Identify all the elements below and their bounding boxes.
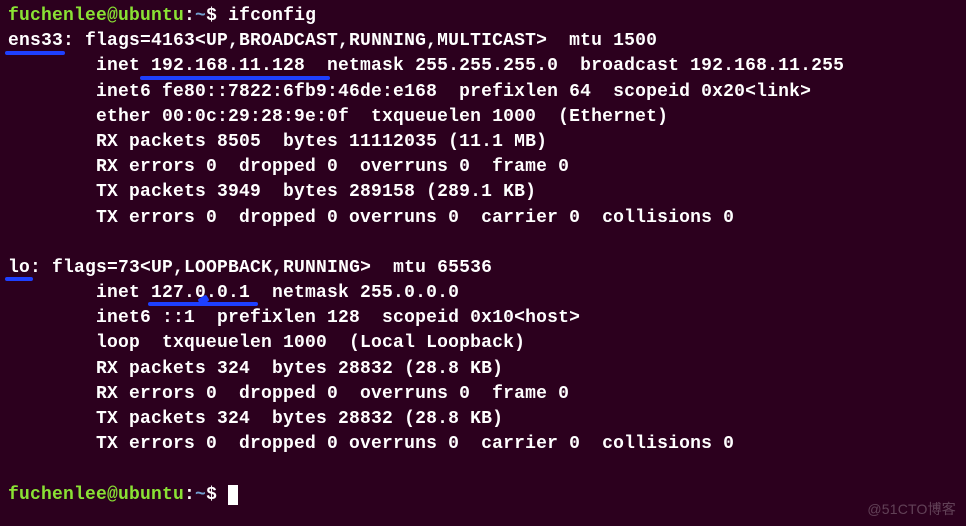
prompt-dollar-2: $: [206, 485, 228, 505]
prompt-path-2: ~: [195, 485, 206, 505]
terminal-line-prompt1: fuchenlee@ubuntu:~$ ifconfig: [8, 4, 958, 29]
ens33-ether: ether 00:0c:29:28:9e:0f txqueuelen 1000 …: [8, 105, 958, 130]
lo-tx-packets: TX packets 324 bytes 28832 (28.8 KB): [8, 407, 958, 432]
annotation-underline-ens33: [5, 51, 65, 55]
ens33-inet6: inet6 fe80::7822:6fb9:46de:e168 prefixle…: [8, 80, 958, 105]
iface-ens33-name: ens33:: [8, 31, 74, 51]
watermark-text: @51CTO博客: [867, 500, 956, 520]
iface-lo-name: lo:: [8, 258, 41, 278]
blank-line: [8, 231, 958, 256]
ens33-header: ens33: flags=4163<UP,BROADCAST,RUNNING,M…: [8, 29, 958, 54]
ens33-flags: flags=4163<UP,BROADCAST,RUNNING,MULTICAS…: [74, 31, 657, 51]
lo-loop: loop txqueuelen 1000 (Local Loopback): [8, 331, 958, 356]
cursor-block[interactable]: [228, 485, 238, 505]
terminal-line-prompt2: fuchenlee@ubuntu:~$: [8, 483, 958, 508]
blank-line-2: [8, 457, 958, 482]
prompt-path: ~: [195, 6, 206, 26]
command-text[interactable]: ifconfig: [228, 6, 316, 26]
lo-flags: flags=73<UP,LOOPBACK,RUNNING> mtu 65536: [41, 258, 492, 278]
lo-inet6: inet6 ::1 prefixlen 128 scopeid 0x10<hos…: [8, 306, 958, 331]
annotation-underline-ip1: [140, 76, 330, 80]
prompt-colon: :: [184, 6, 195, 26]
annotation-underline-lo: [5, 277, 33, 281]
prompt-user-host-2: fuchenlee@ubuntu: [8, 485, 184, 505]
ens33-tx-packets: TX packets 3949 bytes 289158 (289.1 KB): [8, 180, 958, 205]
ens33-rx-packets: RX packets 8505 bytes 11112035 (11.1 MB): [8, 130, 958, 155]
lo-tx-errors: TX errors 0 dropped 0 overruns 0 carrier…: [8, 432, 958, 457]
prompt-user-host: fuchenlee@ubuntu: [8, 6, 184, 26]
prompt-dollar: $: [206, 6, 228, 26]
ens33-rx-errors: RX errors 0 dropped 0 overruns 0 frame 0: [8, 155, 958, 180]
lo-rx-errors: RX errors 0 dropped 0 overruns 0 frame 0: [8, 382, 958, 407]
prompt-colon-2: :: [184, 485, 195, 505]
ens33-tx-errors: TX errors 0 dropped 0 overruns 0 carrier…: [8, 206, 958, 231]
lo-rx-packets: RX packets 324 bytes 28832 (28.8 KB): [8, 357, 958, 382]
lo-header: lo: flags=73<UP,LOOPBACK,RUNNING> mtu 65…: [8, 256, 958, 281]
